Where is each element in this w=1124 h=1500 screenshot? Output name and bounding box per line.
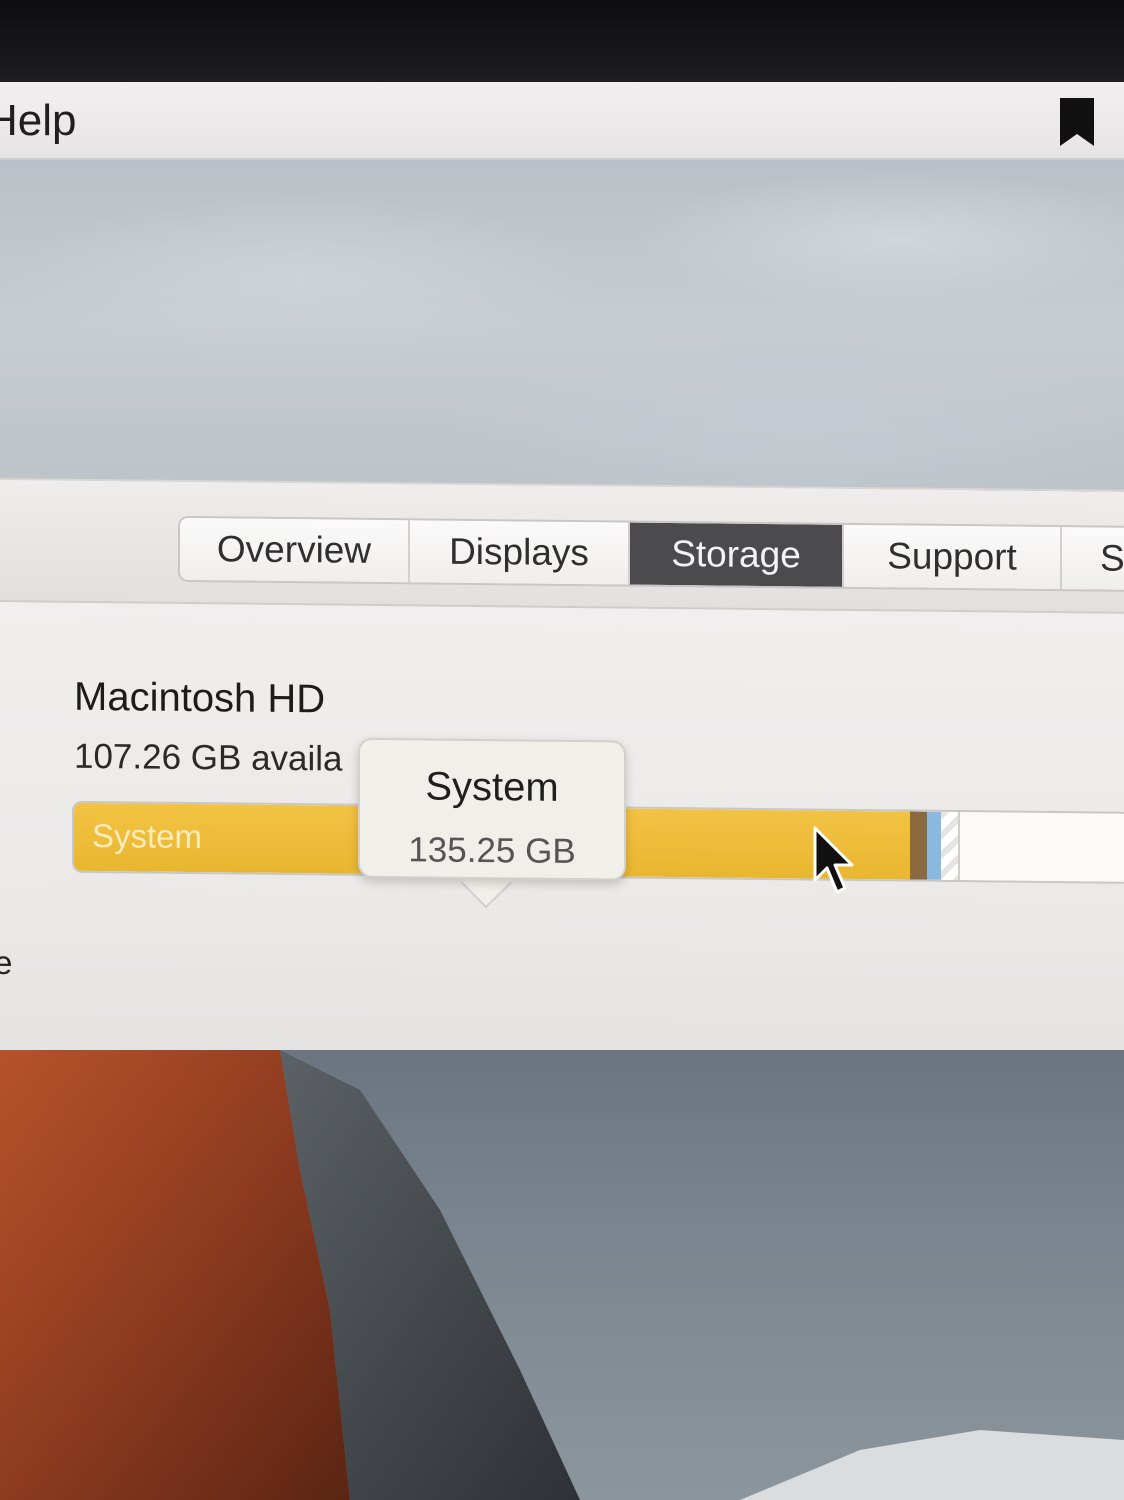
segment-other-1[interactable] — [910, 811, 928, 880]
tooltip-value: 135.25 GB — [408, 830, 576, 872]
screen-bezel — [0, 0, 1124, 82]
tab-overview[interactable]: Overview — [180, 517, 410, 583]
tooltip-title: System — [425, 764, 559, 810]
availability-text: 107.26 GB availa — [74, 736, 343, 779]
disk-name: Macintosh HD — [74, 674, 326, 722]
about-this-mac-window: Overview Displays Storage Support S Maci… — [0, 478, 1124, 1100]
segment-system-label: System — [92, 816, 203, 856]
arrow-cursor-icon — [813, 826, 854, 894]
segment-other-2[interactable] — [927, 811, 941, 880]
bookmark-icon[interactable] — [1058, 96, 1096, 148]
tab-displays[interactable]: Displays — [410, 520, 630, 585]
storage-panel: Macintosh HD 107.26 GB availaGB System e… — [0, 604, 1124, 1102]
tab-storage[interactable]: Storage — [630, 522, 844, 587]
window-toolbar: Overview Displays Storage Support S — [0, 480, 1124, 614]
storage-tooltip: System 135.25 GB — [358, 737, 626, 909]
segment-purgeable[interactable] — [940, 811, 960, 881]
el-capitan-wallpaper-image — [0, 1050, 1124, 1500]
tab-service[interactable]: S — [1062, 527, 1124, 590]
desktop-sky-background — [0, 160, 1124, 490]
sidebar-cutoff-text: e — [0, 943, 13, 982]
tab-bar: Overview Displays Storage Support S — [178, 515, 1124, 592]
tab-support[interactable]: Support — [844, 524, 1062, 590]
menu-bar: Help — [0, 82, 1124, 160]
menu-help[interactable]: Help — [0, 96, 77, 146]
segment-free-space — [959, 812, 1124, 882]
